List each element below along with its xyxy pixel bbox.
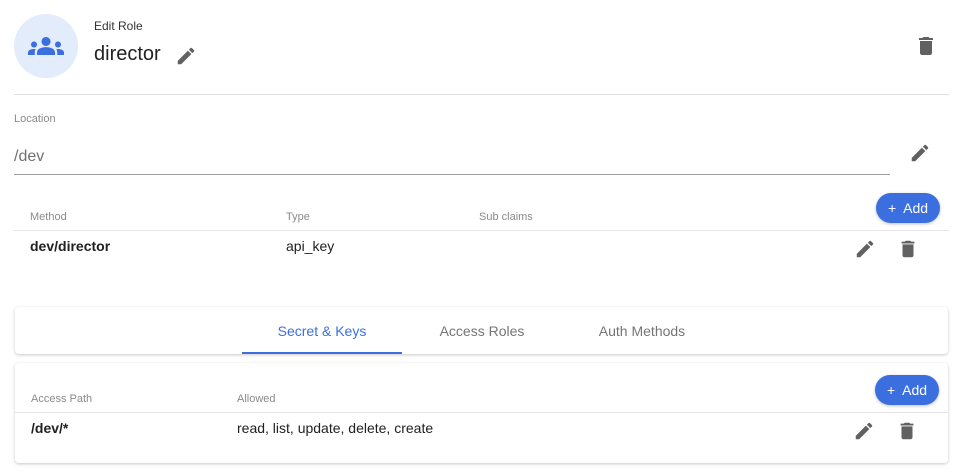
role-avatar xyxy=(14,14,78,78)
add-access-button[interactable]: + Add xyxy=(875,375,939,405)
column-header-allowed: Allowed xyxy=(237,393,276,405)
trash-icon xyxy=(901,240,915,258)
location-field[interactable] xyxy=(14,140,890,175)
edit-access-button[interactable] xyxy=(853,420,875,442)
column-header-type: Type xyxy=(286,211,310,223)
delete-auth-method-button[interactable] xyxy=(897,238,919,260)
table-divider xyxy=(14,230,949,231)
edit-location-button[interactable] xyxy=(909,142,931,164)
access-path: /dev/* xyxy=(31,420,69,436)
access-table-card: Access Path Allowed + Add /dev/* read, l… xyxy=(15,363,948,463)
add-label: Add xyxy=(903,200,929,216)
edit-role-name-button[interactable] xyxy=(175,45,197,67)
active-tab-indicator xyxy=(242,352,402,354)
auth-method-name: dev/director xyxy=(30,238,111,254)
access-allowed: read, list, update, delete, create xyxy=(237,420,434,436)
role-header: Edit Role director xyxy=(0,0,958,95)
add-auth-method-button[interactable]: + Add xyxy=(876,193,940,223)
tab-bar: Secret & Keys Access Roles Auth Methods xyxy=(15,307,948,354)
tab-auth-methods[interactable]: Auth Methods xyxy=(562,307,722,354)
delete-role-button[interactable] xyxy=(914,34,938,58)
group-icon xyxy=(28,37,64,55)
pencil-icon xyxy=(855,422,873,440)
edit-role-label: Edit Role xyxy=(94,19,143,33)
column-header-method: Method xyxy=(30,211,67,223)
table-divider xyxy=(15,412,948,413)
column-header-access-path: Access Path xyxy=(31,393,93,405)
plus-icon: + xyxy=(886,382,896,398)
tab-access-roles[interactable]: Access Roles xyxy=(402,307,562,354)
header-divider xyxy=(14,94,949,95)
add-label: Add xyxy=(902,382,928,398)
tab-secret-keys[interactable]: Secret & Keys xyxy=(242,307,402,354)
pencil-icon xyxy=(177,47,195,65)
trash-icon xyxy=(919,37,933,55)
delete-access-button[interactable] xyxy=(896,420,918,442)
pencil-icon xyxy=(911,144,929,162)
location-label: Location xyxy=(14,113,56,125)
pencil-icon xyxy=(856,240,874,258)
column-header-sub-claims: Sub claims xyxy=(479,211,533,223)
auth-method-type: api_key xyxy=(286,238,335,254)
plus-icon: + xyxy=(887,200,897,216)
edit-auth-method-button[interactable] xyxy=(854,238,876,260)
trash-icon xyxy=(900,422,914,440)
role-name: director xyxy=(94,43,161,65)
